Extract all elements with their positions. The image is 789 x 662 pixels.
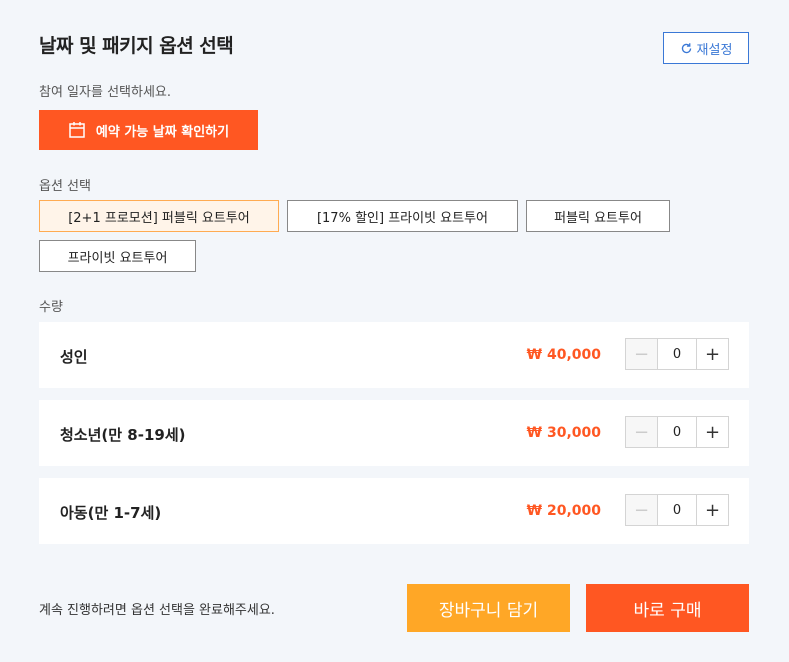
- quantity-value[interactable]: 0: [657, 495, 697, 525]
- decrement-button[interactable]: −: [626, 417, 657, 447]
- buy-now-button[interactable]: 바로 구매: [586, 584, 749, 632]
- quantity-stepper: − 0 +: [625, 494, 729, 526]
- option-label: 프라이빗 요트투어: [67, 250, 168, 266]
- quantity-value[interactable]: 0: [657, 417, 697, 447]
- row-label: 청소년(만 8-19세): [60, 426, 186, 444]
- increment-button[interactable]: +: [697, 339, 728, 369]
- decrement-button[interactable]: −: [626, 339, 657, 369]
- option-private[interactable]: 프라이빗 요트투어: [39, 240, 196, 272]
- row-price: ₩ 30,000: [526, 425, 601, 441]
- options-label: 옵션 선택: [39, 179, 91, 194]
- footer-message: 계속 진행하려면 옵션 선택을 완료해주세요.: [39, 603, 275, 618]
- row-label: 아동(만 1-7세): [60, 504, 162, 522]
- quantity-row-adult: 성인 ₩ 40,000 − 0 +: [39, 322, 749, 388]
- quantity-stepper: − 0 +: [625, 338, 729, 370]
- add-to-cart-button[interactable]: 장바구니 담기: [407, 584, 570, 632]
- increment-button[interactable]: +: [697, 417, 728, 447]
- quantity-row-child: 아동(만 1-7세) ₩ 20,000 − 0 +: [39, 478, 749, 544]
- row-price: ₩ 40,000: [526, 347, 601, 363]
- option-label: [17% 할인] 프라이빗 요트투어: [316, 210, 489, 226]
- increment-button[interactable]: +: [697, 495, 728, 525]
- decrement-button[interactable]: −: [626, 495, 657, 525]
- option-public[interactable]: 퍼블릭 요트투어: [526, 200, 670, 232]
- reset-button[interactable]: 재설정: [663, 32, 749, 64]
- page-title: 날짜 및 패키지 옵션 선택: [39, 35, 234, 57]
- check-dates-button[interactable]: 예약 가능 날짜 확인하기: [39, 110, 258, 150]
- refresh-icon: [681, 42, 691, 53]
- option-private-discount[interactable]: [17% 할인] 프라이빗 요트투어: [287, 200, 518, 232]
- reset-label: 재설정: [696, 42, 733, 58]
- row-label: 성인: [60, 348, 88, 366]
- calendar-icon: [69, 122, 85, 138]
- date-prompt: 참여 일자를 선택하세요.: [39, 85, 171, 100]
- check-dates-label: 예약 가능 날짜 확인하기: [95, 124, 230, 140]
- quantity-row-youth: 청소년(만 8-19세) ₩ 30,000 − 0 +: [39, 400, 749, 466]
- option-public-promo[interactable]: [2+1 프로모션] 퍼블릭 요트투어: [39, 200, 279, 232]
- quantity-value[interactable]: 0: [657, 339, 697, 369]
- option-label: 퍼블릭 요트투어: [554, 210, 642, 226]
- row-price: ₩ 20,000: [526, 503, 601, 519]
- option-label: [2+1 프로모션] 퍼블릭 요트투어: [68, 210, 250, 226]
- quantity-stepper: − 0 +: [625, 416, 729, 448]
- quantity-label: 수량: [39, 300, 63, 315]
